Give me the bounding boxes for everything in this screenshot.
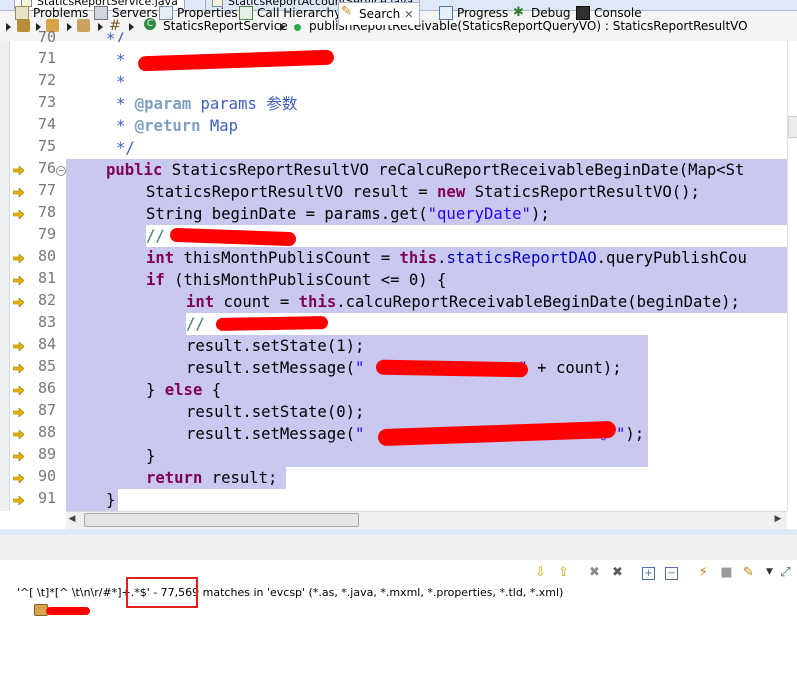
- code-line[interactable]: int thisMonthPublisCount = this.staticsR…: [66, 247, 747, 269]
- code-line[interactable]: result.setState(0);: [66, 401, 364, 423]
- scroll-left-icon[interactable]: ◀: [66, 513, 78, 525]
- override-arrow-icon: [13, 452, 24, 461]
- run-search-icon[interactable]: ⚡: [696, 565, 711, 580]
- tab-console[interactable]: Console: [574, 4, 642, 22]
- console-icon: [576, 6, 590, 20]
- code-line[interactable]: * @param params 参数: [66, 93, 297, 115]
- search-history-icon[interactable]: ✎: [741, 565, 756, 580]
- highlight-annotation-box: [126, 577, 198, 608]
- code-line[interactable]: if (thisMonthPublisCount <= 0) {: [66, 269, 446, 291]
- override-arrow-icon: [13, 210, 24, 219]
- override-arrow-icon: [13, 364, 24, 373]
- properties-icon: [159, 6, 173, 20]
- code-line[interactable]: } else {: [66, 379, 221, 401]
- override-arrow-icon: [13, 276, 24, 285]
- code-line[interactable]: result.setMessage("" + count);: [66, 357, 622, 379]
- tab-properties[interactable]: Properties: [157, 4, 238, 22]
- code-line[interactable]: StaticsReportResultVO result = new Stati…: [66, 181, 700, 203]
- override-arrow-icon: [13, 298, 24, 307]
- close-icon[interactable]: ✕: [404, 8, 413, 21]
- expand-all-icon[interactable]: +: [642, 567, 655, 580]
- override-arrow-icon: [13, 188, 24, 197]
- tab-problems[interactable]: Problems: [13, 4, 88, 22]
- code-line[interactable]: int count = this.calcuReportReceivableBe…: [66, 291, 740, 313]
- line-number: 72: [37, 71, 56, 89]
- remove-all-matches-icon[interactable]: ✖: [610, 565, 625, 580]
- redaction-mark: [375, 359, 529, 378]
- debug-icon: ✱: [513, 5, 524, 20]
- line-number: 70: [37, 28, 56, 42]
- code-line[interactable]: return result;: [66, 467, 277, 489]
- code-line[interactable]: }: [66, 445, 155, 467]
- tab-progress[interactable]: Progress: [437, 4, 508, 22]
- problems-icon: [15, 6, 29, 20]
- override-arrow-icon: [13, 474, 24, 483]
- overview-ruler-marker[interactable]: [788, 116, 797, 138]
- search-status-text: '^[ \t]*[^ \t\n\r/#*]+.*$' - 77,569 matc…: [17, 586, 564, 599]
- line-number: 79: [37, 225, 56, 243]
- code-line[interactable]: result.setState(1);: [66, 335, 364, 357]
- tab-servers[interactable]: Servers: [92, 4, 158, 22]
- chevron-right-icon[interactable]: [6, 23, 11, 31]
- code-line[interactable]: *: [66, 49, 125, 71]
- code-line[interactable]: */: [66, 28, 125, 42]
- remove-match-icon[interactable]: ✖: [587, 565, 602, 580]
- tab-debug[interactable]: ✱ Debug: [511, 4, 570, 22]
- override-arrow-icon: [13, 166, 24, 175]
- next-match-icon[interactable]: ⇩: [533, 565, 548, 580]
- redaction-mark: [215, 316, 329, 331]
- fold-collapse-icon[interactable]: −: [56, 166, 66, 176]
- overview-ruler[interactable]: [787, 41, 797, 511]
- public-method-icon: [294, 24, 301, 31]
- code-line[interactable]: *: [66, 71, 125, 93]
- override-arrow-icon: [13, 386, 24, 395]
- editor-left-strip: [0, 41, 10, 511]
- pin-view-icon[interactable]: ⤢: [778, 565, 793, 580]
- collapse-all-icon[interactable]: −: [665, 567, 678, 580]
- override-arrow-icon: [13, 342, 24, 351]
- view-menu-icon[interactable]: ▼: [762, 565, 777, 580]
- code-line[interactable]: }: [66, 489, 115, 511]
- code-line[interactable]: String beginDate = params.get("queryDate…: [66, 203, 550, 225]
- servers-icon: [94, 6, 108, 20]
- code-line[interactable]: //: [66, 313, 205, 335]
- line-number: 83: [37, 313, 56, 331]
- previous-match-icon[interactable]: ⇧: [556, 565, 571, 580]
- redaction-mark: [46, 607, 90, 615]
- call-hierarchy-icon: [239, 6, 253, 20]
- tab-call-hierarchy[interactable]: Call Hierarchy: [237, 4, 341, 22]
- scrollbar-thumb[interactable]: [84, 513, 359, 527]
- progress-icon: [439, 6, 453, 20]
- line-number: 71: [37, 49, 56, 67]
- line-number: 73: [37, 93, 56, 111]
- override-arrow-icon: [13, 430, 24, 439]
- panel-tab-bar: [0, 535, 797, 561]
- line-number: 75: [37, 137, 56, 155]
- tab-search[interactable]: ✎ Search ✕: [338, 2, 421, 25]
- scroll-right-icon[interactable]: ▶: [772, 513, 784, 525]
- search-icon: ✎: [341, 4, 352, 19]
- code-line[interactable]: public StaticsReportResultVO reCalcuRepo…: [66, 159, 744, 181]
- code-line[interactable]: */: [66, 137, 135, 159]
- override-arrow-icon: [13, 496, 24, 505]
- override-arrow-icon: [13, 408, 24, 417]
- code-line[interactable]: //: [66, 225, 165, 247]
- chevron-right-icon[interactable]: [280, 23, 285, 31]
- code-line[interactable]: * @return Map: [66, 115, 238, 137]
- line-number: 74: [37, 115, 56, 133]
- chevron-right-icon[interactable]: [129, 23, 134, 31]
- override-arrow-icon: [13, 254, 24, 263]
- cancel-search-icon[interactable]: ■: [719, 565, 734, 580]
